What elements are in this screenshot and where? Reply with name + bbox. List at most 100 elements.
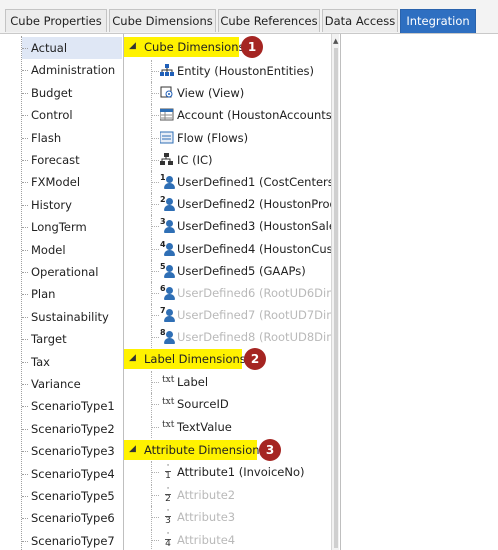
tree-item-label: UserDefined4 (HoustonCusto: [177, 241, 331, 256]
text-field-icon: txt: [162, 375, 175, 385]
tree-item[interactable]: IC (IC): [124, 148, 331, 171]
tab-cube-properties[interactable]: Cube Properties: [5, 9, 107, 32]
tree-item-label: Label: [177, 375, 209, 389]
scenario-item[interactable]: Administration: [22, 59, 122, 81]
tree-item[interactable]: · 1 Attribute1 (InvoiceNo): [124, 461, 331, 483]
tree-connector: [22, 384, 28, 385]
scenario-item[interactable]: FXModel: [22, 171, 122, 193]
tree-item[interactable]: Account (HoustonAccounts): [124, 104, 331, 127]
tree-item[interactable]: 3UserDefined3 (HoustonSalesR: [124, 215, 331, 238]
tree-connector: [22, 316, 28, 318]
tree-connector: [22, 48, 28, 49]
scrollbar-thumb[interactable]: [334, 48, 338, 548]
scenario-label: Budget: [31, 85, 73, 100]
tree-item[interactable]: 2 UserDefined2 (HoustonProdu: [124, 193, 331, 216]
tree-connector: [151, 517, 159, 518]
tree-connector: [151, 226, 159, 228]
scenario-item[interactable]: Forecast: [22, 149, 122, 171]
ic-icon: [160, 152, 176, 167]
scenario-label: Variance: [31, 377, 81, 391]
scenario-item[interactable]: Variance: [22, 373, 122, 395]
tree-item[interactable]: · 3 Attribute3: [124, 506, 331, 528]
scenario-label: LongTerm: [31, 220, 87, 235]
scenario-item[interactable]: Plan: [22, 283, 122, 305]
tree-connector: [151, 270, 159, 272]
scenario-item[interactable]: ScenarioType4: [22, 463, 122, 485]
tab-integration[interactable]: Integration: [400, 9, 476, 33]
vertical-scrollbar[interactable]: ▲: [331, 34, 339, 550]
collapse-triangle-icon[interactable]: ◢: [129, 444, 136, 454]
callout-badge-2: 2: [244, 348, 266, 370]
tree-connector: [22, 451, 28, 453]
tree-connector: [151, 248, 159, 250]
scenario-item[interactable]: Actual: [22, 37, 122, 59]
tree-connector: [22, 473, 28, 475]
scenario-item[interactable]: ScenarioType5: [22, 485, 122, 507]
scenario-item[interactable]: Target: [22, 328, 122, 350]
scenario-item[interactable]: Control: [22, 104, 122, 126]
scenario-item[interactable]: ScenarioType2: [22, 418, 122, 440]
scenario-item[interactable]: Flash: [22, 127, 122, 149]
attribute-icon: · 1: [165, 461, 171, 481]
scenario-item[interactable]: Budget: [22, 82, 122, 104]
scenario-item[interactable]: Model: [22, 239, 122, 261]
tree-item[interactable]: Entity (HoustonEntities): [124, 60, 331, 82]
tree-connector: [22, 227, 28, 229]
user-defined-icon: 3: [160, 217, 176, 234]
tree-item[interactable]: 1 UserDefined1 (CostCenters): [124, 171, 331, 193]
tree-item[interactable]: 5 UserDefined5 (GAAPs): [124, 259, 331, 282]
user-defined-icon: 6: [160, 284, 176, 301]
scroll-up-arrow-icon[interactable]: ▲: [333, 37, 338, 45]
tree-connector: [22, 160, 28, 161]
scenario-item[interactable]: History: [22, 194, 122, 216]
tree-item-label: UserDefined2 (HoustonProdu: [177, 197, 331, 212]
tree-item[interactable]: · 2 Attribute2: [124, 483, 331, 506]
tree-connector: [22, 406, 28, 408]
flow-icon: [159, 131, 176, 145]
tree-connector: [151, 71, 159, 72]
section-label: Attribute Dimensions: [144, 443, 266, 457]
dimension-tree: ◢ Cube Dimensions 1 Entity (HoustonEntit…: [124, 34, 331, 550]
tree-item[interactable]: View (View): [124, 82, 331, 105]
scenario-item[interactable]: Sustainability: [22, 306, 122, 328]
scenario-item[interactable]: ScenarioType6: [22, 507, 122, 529]
tab-cube-dimensions[interactable]: Cube Dimensions: [109, 9, 216, 32]
callout-badge-1: 1: [241, 36, 263, 58]
tree-item[interactable]: 6 UserDefined6 (RootUD6Dim): [124, 282, 331, 304]
tree-item[interactable]: 4 UserDefined4 (HoustonCusto: [124, 237, 331, 260]
text-field-icon: txt: [162, 397, 175, 408]
scenario-label: Flash: [31, 130, 62, 145]
scenario-label: History: [31, 197, 72, 212]
scenario-item[interactable]: ScenarioType1: [22, 395, 122, 417]
scenario-label: Sustainability: [31, 309, 109, 324]
tree-item[interactable]: txt TextValue: [124, 415, 331, 438]
scenario-item[interactable]: Operational: [22, 261, 122, 283]
details-pane: [341, 34, 498, 550]
tree-item-label: TextValue: [177, 419, 232, 434]
collapse-triangle-icon[interactable]: ◢: [129, 41, 136, 51]
scenario-label: ScenarioType3: [31, 444, 115, 459]
tree-item[interactable]: 8 UserDefined8 (RootUD8Dim): [124, 326, 331, 349]
scenario-item[interactable]: Tax: [22, 351, 122, 373]
tab-data-access[interactable]: Data Access: [322, 9, 398, 32]
tree-connector: [22, 496, 28, 497]
tab-cube-references[interactable]: Cube References: [218, 9, 320, 32]
scenario-item[interactable]: ScenarioType3: [22, 440, 122, 462]
tree-item-label: UserDefined7 (RootUD7Dim): [177, 308, 331, 323]
tree-item-label: Account (HoustonAccounts): [177, 108, 331, 123]
tree-item-label: Attribute3: [177, 510, 236, 524]
tree-item[interactable]: txt SourceID: [124, 393, 331, 416]
tree-item[interactable]: txt Label: [124, 371, 331, 393]
scenario-item[interactable]: ScenarioType7: [22, 530, 122, 550]
scenario-item[interactable]: LongTerm: [22, 216, 122, 238]
tree-connector: [22, 70, 28, 72]
tree-item[interactable]: 7 UserDefined7 (RootUD7Dim): [124, 304, 331, 327]
tree-connector: [151, 472, 159, 473]
tree-item[interactable]: · 4 Attribute4: [124, 528, 331, 550]
tree-item[interactable]: Flow (Flows): [124, 126, 331, 149]
tree-connector: [151, 159, 159, 161]
collapse-triangle-icon[interactable]: ◢: [129, 353, 136, 363]
tree-item-label: SourceID: [177, 397, 229, 412]
tree-item-label: UserDefined8 (RootUD8Dim): [177, 330, 331, 345]
tree-connector: [151, 494, 159, 496]
